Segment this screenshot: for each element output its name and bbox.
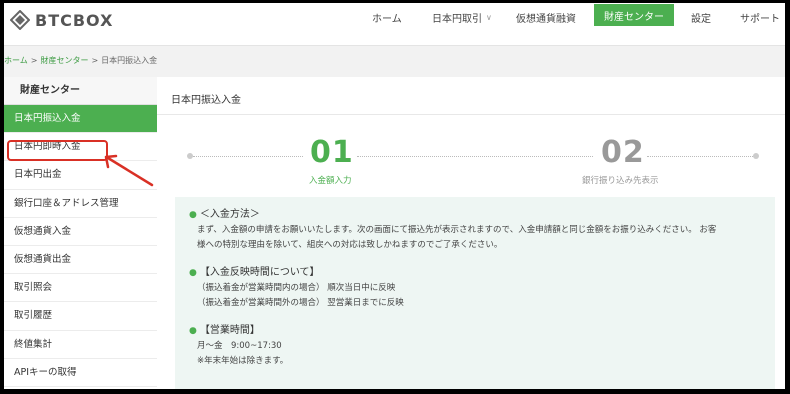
sidebar: 財産センター 日本円振込入金 日本円即時入金 日本円出金 銀行口座＆アドレス管理… (4, 77, 157, 389)
section-line: まず、入金額の申請をお願いいたします。次の画面にて振込先が表示されますので、入金… (197, 225, 717, 235)
nav-home-label: ホーム (372, 13, 402, 25)
section-line: （振込着金が営業時間内の場合） 順次当日中に反映 (197, 283, 396, 293)
logo[interactable]: BTCBOX (10, 9, 113, 31)
sidebar-title: 財産センター (4, 77, 157, 105)
section-business-hours: ● 【営業時間】 月～金 9:00~17:30 ※年末年始は除きます。 (189, 321, 761, 369)
logo-text: BTCBOX (35, 10, 114, 30)
section-reflection-time: ● 【入金反映時間について】 （振込着金が営業時間内の場合） 順次当日中に反映 （… (189, 263, 761, 311)
site-header: BTCBOX ホーム 日本円取引 ∨ 仮想通貨融資 財産センター 設定 サポート (4, 3, 785, 46)
step-track-line (193, 156, 303, 157)
nav-support[interactable]: サポート (740, 3, 780, 31)
section-line: 様への特別な理由を除いて、組戻への対応は致しかねますのでご了承ください。 (197, 240, 503, 250)
nav-support-label: サポート (740, 13, 780, 25)
highlight-annotation-box (7, 140, 108, 161)
nav-jpy-trade[interactable]: 日本円取引 ∨ (432, 3, 492, 31)
step-track-line (647, 156, 753, 157)
sidebar-item-crypto-withdrawal[interactable]: 仮想通貨出金 (4, 246, 157, 275)
section-line: 月～金 9:00~17:30 (197, 341, 282, 351)
breadcrumb-asset-center[interactable]: 財産センター (40, 56, 88, 65)
annotation-arrow-icon (104, 154, 154, 187)
sidebar-item-crypto-deposit[interactable]: 仮想通貨入金 (4, 218, 157, 246)
sidebar-item-jpy-bank-deposit[interactable]: 日本円振込入金 (4, 105, 157, 134)
sidebar-item-closing-price-summary[interactable]: 終値集計 (4, 331, 157, 359)
nav-asset-center[interactable]: 財産センター (594, 4, 674, 26)
nav-asset-center-label: 財産センター (604, 11, 664, 23)
section-heading: 【営業時間】 (199, 325, 260, 336)
nav-jpy-trade-label: 日本円取引 (432, 13, 482, 25)
step-2-number: 02 (601, 135, 645, 170)
step-2-caption: 銀行振り込み先表示 (582, 176, 659, 186)
sidebar-item-trade-history[interactable]: 取引履歴 (4, 302, 157, 331)
step-track-end-dot (753, 153, 759, 159)
page-title: 日本円振込入金 (171, 95, 241, 106)
sidebar-item-api-key[interactable]: APIキーの取得 (4, 359, 157, 387)
chevron-down-icon: ∨ (486, 12, 492, 22)
nav-settings-label: 設定 (691, 13, 711, 25)
nav-settings[interactable]: 設定 (691, 3, 711, 31)
sidebar-item-bank-address-management[interactable]: 銀行口座＆アドレス管理 (4, 190, 157, 218)
section-heading: 【入金反映時間について】 (199, 267, 320, 278)
breadcrumb-separator: > (30, 56, 38, 65)
breadcrumb-current: 日本円振込入金 (101, 56, 158, 65)
instructions-panel: ● ＜入金方法＞ まず、入金額の申請をお願いいたします。次の画面にて振込先が表示さ… (175, 197, 775, 389)
nav-crypto-lending-label: 仮想通貨融資 (516, 13, 576, 25)
step-1-caption: 入金額入力 (309, 176, 352, 186)
breadcrumb-home[interactable]: ホーム (4, 56, 28, 65)
divider (157, 114, 785, 115)
section-heading: ＜入金方法＞ (199, 209, 260, 220)
section-deposit-method: ● ＜入金方法＞ まず、入金額の申請をお願いいたします。次の画面にて振込先が表示さ… (189, 205, 761, 253)
bullet-icon: ● (189, 326, 197, 336)
breadcrumb: ホーム > 財産センター > 日本円振込入金 (4, 55, 157, 66)
step-track-line (357, 156, 593, 157)
breadcrumb-separator: > (91, 56, 99, 65)
browser-viewport: BTCBOX ホーム 日本円取引 ∨ 仮想通貨融資 財産センター 設定 サポート … (4, 3, 785, 389)
nav-crypto-lending[interactable]: 仮想通貨融資 (516, 3, 576, 31)
sidebar-item-transaction-inquiry[interactable]: 取引照会 (4, 274, 157, 303)
section-line: ※年末年始は除きます。 (197, 356, 289, 366)
bullet-icon: ● (189, 210, 197, 220)
main-content: 日本円振込入金 01 入金額入力 02 銀行振り込み先表示 ● ＜入金方法＞ まず… (157, 77, 785, 389)
bullet-icon: ● (189, 268, 197, 278)
btcbox-logo-icon (10, 10, 30, 30)
nav-home[interactable]: ホーム (372, 3, 402, 31)
section-line: （振込着金が営業時間外の場合） 翌営業日までに反映 (197, 298, 404, 308)
step-1-number: 01 (310, 135, 354, 170)
